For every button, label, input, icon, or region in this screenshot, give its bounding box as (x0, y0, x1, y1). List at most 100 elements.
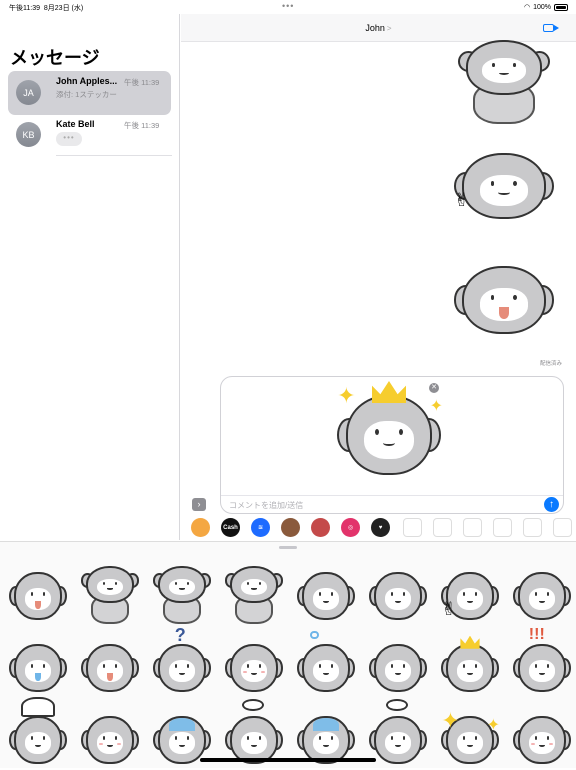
sticker-option[interactable] (80, 710, 140, 770)
sticker-option[interactable]: ✌ (440, 566, 500, 626)
avatar: KB (16, 122, 41, 147)
sticker-option[interactable]: !!! (512, 626, 572, 698)
sparkle-icon: ✦ (429, 398, 443, 415)
expand-apps-button[interactable]: › (192, 498, 206, 511)
sticker-option[interactable] (296, 566, 356, 626)
app-drawer: Cash ≋ ◎ ♥ (181, 516, 576, 540)
question-icon: ? (174, 624, 186, 645)
multitask-dots[interactable]: ••• (282, 1, 294, 11)
sparkle-icon: ✦ (486, 717, 500, 735)
sticker-head (302, 644, 350, 692)
sticker-option[interactable]: ✦ ✦ (440, 710, 500, 770)
sticker-app-icon[interactable] (433, 518, 452, 537)
sticker-option[interactable] (8, 566, 68, 626)
sticker-mouth (498, 71, 510, 75)
sticker-option[interactable] (224, 566, 284, 626)
sticker-head (158, 566, 206, 604)
sticker-message[interactable]: ✌ (452, 145, 556, 227)
conversation-name: Kate Bell (56, 119, 95, 129)
memoji-icon[interactable] (281, 518, 300, 537)
sticker-app-icon[interactable] (403, 518, 422, 537)
sticker-mouth (178, 671, 186, 675)
compose-field[interactable]: ✦ ✦ ✕ コメントを追加/送信 ↑ (220, 376, 564, 514)
sticker-option[interactable] (368, 566, 428, 626)
sticker-shade (312, 718, 340, 732)
sticker-eye (318, 592, 321, 596)
divider (56, 155, 172, 156)
sticker-eye (102, 664, 105, 668)
search-images-icon[interactable]: ◎ (341, 518, 360, 537)
sticker-eye (534, 736, 537, 740)
sticker-option[interactable] (80, 638, 140, 698)
sticker-option[interactable]: ? (152, 625, 212, 698)
sticker-eye (246, 664, 249, 668)
sticker-message[interactable] (452, 257, 556, 343)
photos-app-icon[interactable] (191, 518, 210, 537)
sticker-mouth (250, 587, 258, 590)
sticker-app-icon[interactable] (493, 518, 512, 537)
game-app-icon[interactable] (311, 518, 330, 537)
sparkle-icon: ✦ (441, 708, 460, 733)
sticker-head (230, 566, 278, 604)
apple-cash-icon[interactable]: Cash (221, 518, 240, 537)
conversation-time: 午後 11:39 (124, 121, 160, 130)
sticker-option[interactable] (296, 630, 356, 698)
sticker-eye (30, 664, 33, 668)
sticker-option[interactable] (8, 696, 68, 770)
attached-sticker: ✦ ✦ (335, 381, 443, 485)
sticker-mouth (322, 599, 330, 603)
facetime-video-icon[interactable] (543, 24, 559, 32)
sticker-head (14, 644, 62, 692)
sticker-message[interactable] (456, 40, 552, 128)
sticker-head (446, 644, 494, 692)
sticker-head (14, 716, 62, 764)
sticker-app-icon[interactable] (463, 518, 482, 537)
sticker-eye (102, 736, 105, 740)
sticker-eye (246, 736, 249, 740)
sticker-head (230, 644, 278, 692)
sticker-eye (318, 664, 321, 668)
digital-touch-icon[interactable]: ♥ (371, 518, 390, 537)
sticker-option[interactable] (368, 699, 428, 770)
status-right: ◠ 100% (524, 3, 568, 11)
send-button[interactable]: ↑ (544, 497, 559, 512)
sticker-option[interactable] (368, 638, 428, 698)
peace-hand-icon: ✌ (454, 190, 470, 211)
status-time: 午後11:39 8月23日 (水) (9, 5, 84, 12)
sticker-shade (168, 718, 196, 732)
sticker-tongue (35, 672, 41, 681)
sticker-eye (390, 664, 393, 668)
message-input[interactable]: コメントを追加/送信 (229, 500, 303, 511)
sticker-eye (398, 428, 403, 435)
sticker-mouth (178, 743, 186, 747)
contact-name-button[interactable]: John > (181, 23, 576, 33)
sticker-eye (246, 581, 249, 585)
crown-icon (460, 635, 480, 649)
sticker-app-icon[interactable] (523, 518, 542, 537)
sticker-option[interactable] (512, 566, 572, 626)
battery-percent: 100% (533, 3, 551, 11)
audio-message-icon[interactable]: ≋ (251, 518, 270, 537)
sticker-eye (390, 592, 393, 596)
sticker-option[interactable] (80, 566, 140, 626)
sticker-eye (174, 736, 177, 740)
home-indicator (200, 758, 376, 762)
sticker-panel: ✌?!!! ✦ ✦ (0, 541, 576, 768)
sticker-mouth (178, 587, 186, 590)
sticker-option[interactable] (512, 710, 572, 770)
sticker-option[interactable] (440, 635, 500, 698)
sticker-option[interactable] (152, 566, 212, 626)
sticker-mouth (394, 671, 402, 675)
crown-icon (371, 381, 407, 403)
remove-attachment-button[interactable]: ✕ (429, 383, 439, 393)
sticker-mouth (538, 671, 546, 675)
sticker-mouth (466, 599, 474, 603)
sticker-option[interactable] (224, 638, 284, 698)
sparkle-icon: ✦ (337, 383, 356, 408)
panel-grabber[interactable] (279, 546, 297, 549)
sticker-head (465, 40, 543, 95)
sticker-app-icon[interactable] (553, 518, 572, 537)
sticker-eye (30, 592, 33, 596)
wifi-icon: ◠ (523, 4, 531, 11)
sticker-option[interactable] (8, 638, 68, 698)
